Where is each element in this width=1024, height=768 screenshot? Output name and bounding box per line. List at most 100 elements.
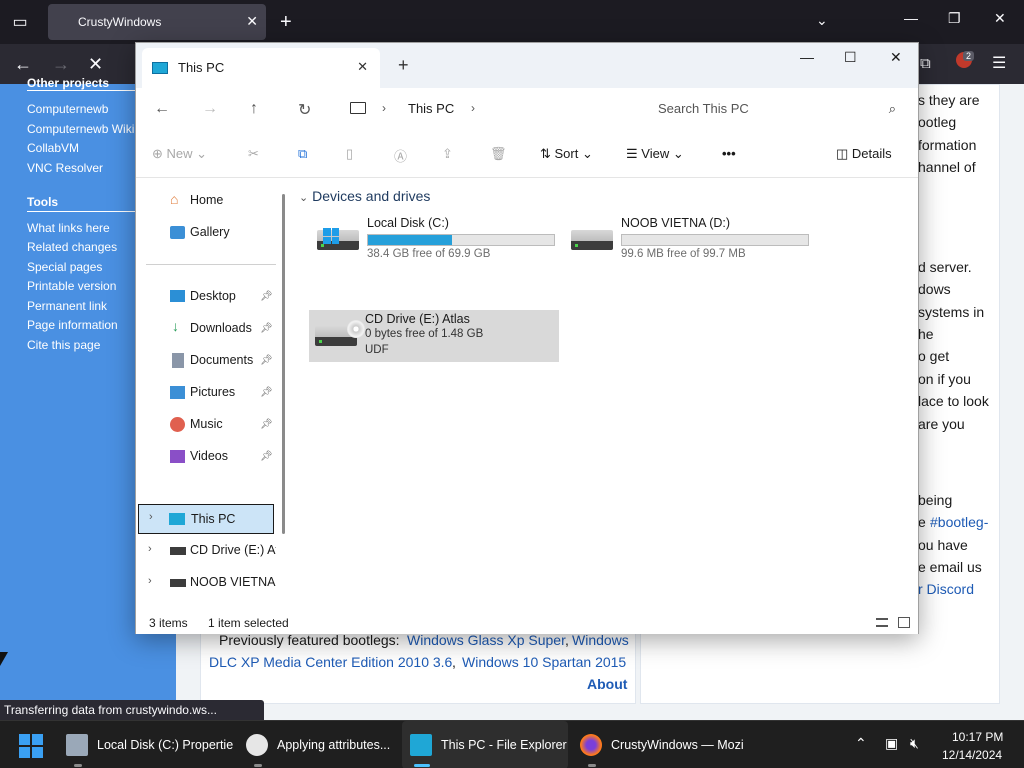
sidebar-link-collabvm[interactable]: CollabVM xyxy=(27,141,79,155)
featured-link-spartan[interactable]: Windows 10 Spartan 2015 xyxy=(462,654,626,670)
nav-item-downloads[interactable]: ↓ Downloads 📌︎ xyxy=(136,318,286,340)
tiles-view-icon[interactable] xyxy=(898,617,910,628)
pin-icon[interactable]: 📌︎ xyxy=(260,387,273,398)
forward-arrow-icon[interactable]: → xyxy=(202,100,218,118)
nav-item-pictures[interactable]: Pictures 📌︎ xyxy=(136,382,286,404)
share-icon[interactable]: ⇪ xyxy=(442,146,453,162)
explorer-tab-title: This PC xyxy=(178,60,225,75)
extensions-icon[interactable]: ⧉ xyxy=(920,54,931,74)
start-button[interactable] xyxy=(19,734,43,758)
sidebar-link-vnc-resolver[interactable]: VNC Resolver xyxy=(27,161,103,175)
rename-icon[interactable]: Ⓐ xyxy=(394,146,407,165)
sidebar-link-special-pages[interactable]: Special pages xyxy=(27,260,102,274)
sidebar-link-page-information[interactable]: Page information xyxy=(27,318,118,332)
group-header-devices[interactable]: ⌄ Devices and drives xyxy=(299,188,430,204)
minimize-icon[interactable]: — xyxy=(904,10,918,26)
pin-icon[interactable]: 📌︎ xyxy=(260,355,273,366)
restore-icon[interactable]: ❐ xyxy=(948,10,961,27)
sidebar-link-computernewb-wiki[interactable]: Computernewb Wiki xyxy=(27,122,134,136)
search-input[interactable]: Search This PC ⌕ xyxy=(644,93,906,125)
back-arrow-icon[interactable]: ← xyxy=(14,54,32,74)
nav-item-documents[interactable]: Documents 📌︎ xyxy=(136,350,286,372)
browser-tab-bar: ▭ CrustyWindows ✕ + ⌄ — ❐ ✕ xyxy=(0,0,1024,44)
browser-tab[interactable]: CrustyWindows ✕ xyxy=(48,4,266,40)
delete-icon[interactable]: 🗑︎ xyxy=(490,146,507,162)
nav-item-cd-drive[interactable]: › CD Drive (E:) Atl xyxy=(136,540,276,562)
pin-icon[interactable]: 📌︎ xyxy=(260,451,273,462)
discord-channel-link[interactable]: #bootleg- xyxy=(930,514,988,530)
close-icon[interactable]: ✕ xyxy=(357,59,368,75)
document-icon xyxy=(172,353,184,368)
sidebar-link-computernewb[interactable]: Computernewb xyxy=(27,102,108,116)
close-window-icon[interactable]: ✕ xyxy=(994,10,1006,27)
scrollbar[interactable] xyxy=(282,194,285,534)
about-link[interactable]: About xyxy=(587,676,627,692)
close-window-icon[interactable]: ✕ xyxy=(890,49,902,66)
taskbar-app-properties[interactable]: Local Disk (C:) Propertie xyxy=(58,721,234,768)
more-options-button[interactable]: ••• xyxy=(722,146,736,161)
pin-icon[interactable]: 📌︎ xyxy=(260,419,273,430)
clock-date[interactable]: 12/14/2024 xyxy=(942,748,1002,762)
music-icon xyxy=(170,417,185,432)
details-button-label: Details xyxy=(851,146,892,161)
chevron-right-icon[interactable]: › xyxy=(382,101,386,115)
nav-item-gallery[interactable]: Gallery xyxy=(136,222,286,244)
chevron-up-icon[interactable]: ⌃ xyxy=(855,735,867,752)
nav-item-videos[interactable]: Videos 📌︎ xyxy=(136,446,286,468)
stop-loading-icon[interactable]: ✕ xyxy=(88,54,103,74)
maximize-icon[interactable]: ☐ xyxy=(844,49,857,66)
drive-item-noob-vietna-d[interactable]: NOOB VIETNA (D:) 99.6 MB free of 99.7 MB xyxy=(565,214,815,266)
new-tab-button[interactable]: + xyxy=(398,55,409,76)
view-button[interactable]: ☰ View ⌄ xyxy=(626,146,684,162)
sidebar-link-related-changes[interactable]: Related changes xyxy=(27,240,117,254)
nav-item-desktop[interactable]: Desktop 📌︎ xyxy=(136,286,286,308)
cut-icon[interactable]: ✂ xyxy=(248,146,259,162)
chevron-down-icon[interactable]: ⌄ xyxy=(299,192,308,204)
featured-link-dlc-xp[interactable]: Windows xyxy=(572,632,629,648)
pin-icon[interactable]: 📌︎ xyxy=(260,323,273,334)
new-tab-button[interactable]: + xyxy=(280,10,292,34)
details-button[interactable]: ◫ Details xyxy=(836,146,892,162)
featured-link-dlc-xp-cont[interactable]: DLC XP Media Center Edition 2010 3.6 xyxy=(209,654,452,670)
sidebar-link-what-links-here[interactable]: What links here xyxy=(27,221,110,235)
minimize-icon[interactable]: — xyxy=(800,49,814,65)
nav-item-this-pc[interactable]: › This PC xyxy=(138,504,274,534)
nav-item-noob-vietna[interactable]: › NOOB VIETNA ( xyxy=(136,572,276,594)
explorer-tab[interactable]: This PC ✕ xyxy=(142,48,380,88)
discord-link[interactable]: r Discord xyxy=(918,581,974,597)
pin-icon[interactable]: 📌︎ xyxy=(260,291,273,302)
sidebar-link-permanent-link[interactable]: Permanent link xyxy=(27,299,107,313)
paste-icon[interactable]: ▯ xyxy=(346,146,353,162)
network-icon[interactable]: ▣ xyxy=(885,735,898,752)
new-button[interactable]: ⊕ New ⌄ xyxy=(152,146,207,162)
taskbar-app-firefox[interactable]: CrustyWindows — Mozi xyxy=(572,721,744,768)
tab-overview-icon[interactable]: ▭ xyxy=(8,10,32,34)
back-arrow-icon[interactable]: ← xyxy=(154,100,170,118)
drive-item-cd-drive-e[interactable]: CD Drive (E:) Atlas 0 bytes free of 1.48… xyxy=(309,310,559,362)
taskbar-app-file-explorer[interactable]: This PC - File Explorer xyxy=(402,721,568,768)
copy-icon[interactable]: ⧉ xyxy=(298,146,307,162)
featured-link-glass-xp[interactable]: Windows Glass Xp Super xyxy=(407,632,566,648)
chevron-right-icon[interactable]: › xyxy=(149,511,153,523)
breadcrumb-this-pc[interactable]: This PC xyxy=(408,101,454,116)
close-icon[interactable]: ✕ xyxy=(246,13,258,30)
chevron-right-icon[interactable]: › xyxy=(471,101,475,115)
sort-button[interactable]: ⇅ Sort ⌄ xyxy=(540,146,593,162)
sidebar-link-printable-version[interactable]: Printable version xyxy=(27,279,116,293)
forward-arrow-icon[interactable]: → xyxy=(52,54,70,74)
menu-icon[interactable]: ☰ xyxy=(992,54,1006,74)
chevron-down-icon[interactable]: ⌄ xyxy=(816,12,828,29)
chevron-right-icon[interactable]: › xyxy=(148,543,152,555)
nav-item-music[interactable]: Music 📌︎ xyxy=(136,414,286,436)
refresh-icon[interactable]: ↻ xyxy=(298,100,311,120)
drive-item-local-disk-c[interactable]: Local Disk (C:) 38.4 GB free of 69.9 GB xyxy=(311,214,561,266)
sidebar-link-cite-this-page[interactable]: Cite this page xyxy=(27,338,100,352)
taskbar-app-applying-attributes[interactable]: Applying attributes... xyxy=(238,721,398,768)
up-arrow-icon[interactable]: ↑ xyxy=(250,100,258,118)
volume-muted-icon[interactable]: 🔇︎ xyxy=(910,735,919,752)
clock-time[interactable]: 10:17 PM xyxy=(952,730,1003,744)
chevron-right-icon[interactable]: › xyxy=(148,575,152,587)
nav-item-home[interactable]: ⌂ Home xyxy=(136,190,286,212)
details-view-icon[interactable] xyxy=(876,618,888,627)
address-input[interactable]: › This PC › xyxy=(336,93,634,125)
